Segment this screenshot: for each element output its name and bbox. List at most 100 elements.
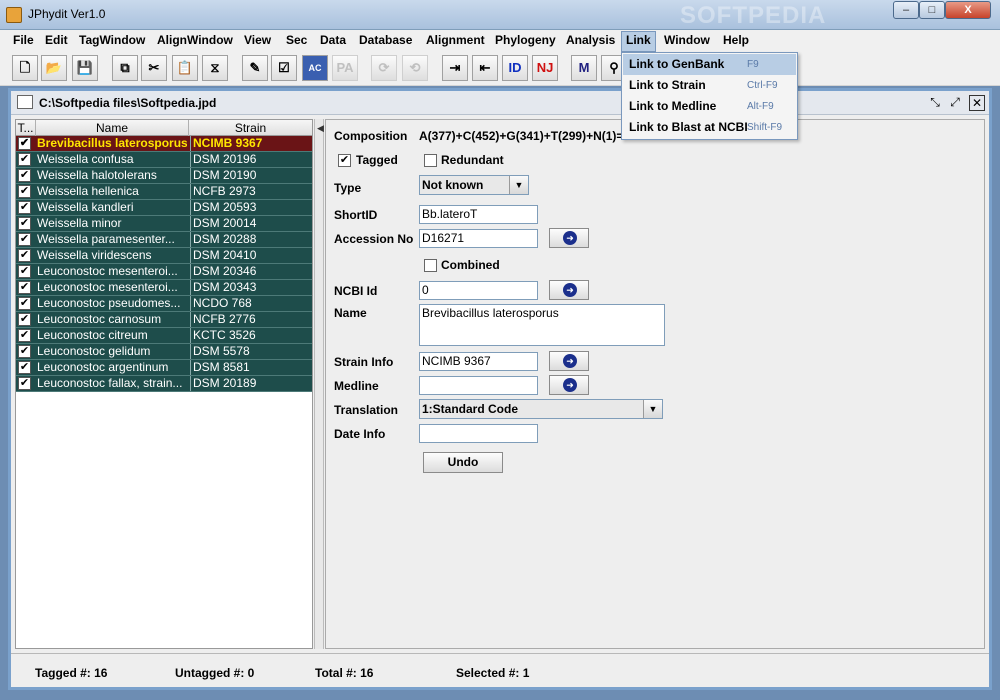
row-tag-checkbox[interactable]: ✔	[18, 217, 31, 230]
menu-tagwindow[interactable]: TagWindow	[77, 33, 147, 47]
frame-close-icon[interactable]: ✕	[969, 95, 985, 111]
link-menu-item[interactable]: Link to Blast at NCBI Shift-F9	[623, 117, 796, 138]
row-tag-checkbox[interactable]: ✔	[18, 377, 31, 390]
row-tag-checkbox[interactable]: ✔	[18, 185, 31, 198]
actg-icon[interactable]: AC	[302, 55, 328, 81]
import-icon[interactable]: ⇥	[442, 55, 468, 81]
row-tag-checkbox[interactable]: ✔	[18, 137, 31, 150]
date-info-field[interactable]	[419, 424, 538, 443]
menu-database[interactable]: Database	[357, 33, 414, 47]
menu-file[interactable]: File	[11, 33, 36, 47]
header-strain[interactable]: Strain	[189, 120, 312, 136]
ncbi-field[interactable]: 0	[419, 281, 538, 300]
link-menu-item[interactable]: Link to GenBank F9	[623, 54, 796, 75]
frame-maximize-icon[interactable]: ⤢	[947, 95, 963, 111]
save-icon[interactable]: 💾	[72, 55, 98, 81]
row-tag-checkbox[interactable]: ✔	[18, 345, 31, 358]
dropdown-arrow-icon[interactable]: ▼	[509, 176, 528, 194]
table-row[interactable]: ✔ Leuconostoc citreum KCTC 3526	[16, 328, 312, 344]
menu-analysis[interactable]: Analysis	[564, 33, 617, 47]
menu-help[interactable]: Help	[721, 33, 751, 47]
window-title-bar[interactable]: JPhydit Ver1.0 SOFTPEDIA – □ X	[0, 0, 1000, 30]
table-row[interactable]: ✔ Leuconostoc carnosum NCFB 2776	[16, 312, 312, 328]
paste-icon[interactable]: 📋	[172, 55, 198, 81]
table-row[interactable]: ✔ Brevibacillus laterosporus NCIMB 9367	[16, 136, 312, 152]
refresh-icon[interactable]: ⟳	[371, 55, 397, 81]
menu-view[interactable]: View	[242, 33, 273, 47]
open-folder-icon[interactable]: 📂	[41, 55, 67, 81]
close-button[interactable]: X	[945, 1, 991, 19]
dropdown-arrow-icon[interactable]: ▼	[643, 400, 662, 418]
ncbi-go-button[interactable]: ➜	[549, 280, 589, 300]
reload-icon[interactable]: ⟲	[402, 55, 428, 81]
copy-icon[interactable]: ⧉	[112, 55, 138, 81]
maximize-button[interactable]: □	[919, 1, 945, 19]
collapse-arrow-icon[interactable]: ◀	[317, 123, 324, 134]
undo-button[interactable]: Undo	[423, 452, 503, 473]
row-tag-checkbox[interactable]: ✔	[18, 265, 31, 278]
name-textarea[interactable]: Brevibacillus laterosporus	[419, 304, 665, 346]
table-row[interactable]: ✔ Weissella halotolerans DSM 20190	[16, 168, 312, 184]
header-tag[interactable]: T...	[16, 120, 36, 136]
translation-select[interactable]: 1:Standard Code ▼	[419, 399, 663, 419]
row-tag-checkbox[interactable]: ✔	[18, 329, 31, 342]
row-tag-checkbox[interactable]: ✔	[18, 361, 31, 374]
header-name[interactable]: Name	[36, 120, 189, 136]
medline-go-button[interactable]: ➜	[549, 375, 589, 395]
row-tag-checkbox[interactable]: ✔	[18, 281, 31, 294]
menu-phylogeny[interactable]: Phylogeny	[493, 33, 558, 47]
menu-link[interactable]: Link	[621, 31, 656, 52]
redundant-checkbox[interactable]	[424, 154, 437, 167]
split-pane-divider[interactable]: ◀	[314, 119, 324, 649]
menu-sec[interactable]: Sec	[284, 33, 309, 47]
table-row[interactable]: ✔ Weissella viridescens DSM 20410	[16, 248, 312, 264]
table-row[interactable]: ✔ Weissella confusa DSM 20196	[16, 152, 312, 168]
row-tag-checkbox[interactable]: ✔	[18, 233, 31, 246]
row-tag-checkbox[interactable]: ✔	[18, 249, 31, 262]
row-tag-checkbox[interactable]: ✔	[18, 201, 31, 214]
new-file-icon[interactable]: 🗋	[12, 55, 38, 81]
export-icon[interactable]: ⇤	[472, 55, 498, 81]
frame-title-bar[interactable]: C:\Softpedia files\Softpedia.jpd ⤡ ⤢ ✕	[11, 91, 989, 115]
table-row[interactable]: ✔ Leuconostoc mesenteroi... DSM 20343	[16, 280, 312, 296]
link-menu-item[interactable]: Link to Strain Ctrl-F9	[623, 75, 796, 96]
row-tag-checkbox[interactable]: ✔	[18, 313, 31, 326]
menu-data[interactable]: Data	[318, 33, 348, 47]
type-select[interactable]: Not known ▼	[419, 175, 529, 195]
accession-go-button[interactable]: ➜	[549, 228, 589, 248]
edit-icon[interactable]: ✎	[242, 55, 268, 81]
strain-go-button[interactable]: ➜	[549, 351, 589, 371]
table-row[interactable]: ✔ Leuconostoc fallax, strain... DSM 20189	[16, 376, 312, 392]
accession-field[interactable]: D16271	[419, 229, 538, 248]
frame-iconify-icon[interactable]: ⤡	[927, 95, 943, 111]
menu-edit[interactable]: Edit	[43, 33, 70, 47]
medline-field[interactable]	[419, 376, 538, 395]
row-tag-checkbox[interactable]: ✔	[18, 297, 31, 310]
table-row[interactable]: ✔ Weissella minor DSM 20014	[16, 216, 312, 232]
nj-icon[interactable]: NJ	[532, 55, 558, 81]
pa-icon[interactable]: PA	[332, 55, 358, 81]
m-icon[interactable]: M	[571, 55, 597, 81]
menu-alignwindow[interactable]: AlignWindow	[155, 33, 235, 47]
cut-icon[interactable]: ✂	[141, 55, 167, 81]
link-menu-item[interactable]: Link to Medline Alt-F9	[623, 96, 796, 117]
row-tag-checkbox[interactable]: ✔	[18, 169, 31, 182]
table-row[interactable]: ✔ Leuconostoc mesenteroi... DSM 20346	[16, 264, 312, 280]
checklist-icon[interactable]: ☑	[271, 55, 297, 81]
menu-alignment[interactable]: Alignment	[424, 33, 487, 47]
tag-icon[interactable]: ⧖	[202, 55, 228, 81]
row-tag-checkbox[interactable]: ✔	[18, 153, 31, 166]
menu-window[interactable]: Window	[662, 33, 712, 47]
table-row[interactable]: ✔ Leuconostoc pseudomes... NCDO 768	[16, 296, 312, 312]
table-row[interactable]: ✔ Leuconostoc gelidum DSM 5578	[16, 344, 312, 360]
combined-checkbox[interactable]	[424, 259, 437, 272]
tagged-checkbox[interactable]: ✔	[338, 154, 351, 167]
id-icon[interactable]: ID	[502, 55, 528, 81]
table-row[interactable]: ✔ Weissella paramesenter... DSM 20288	[16, 232, 312, 248]
table-row[interactable]: ✔ Weissella hellenica NCFB 2973	[16, 184, 312, 200]
strain-info-field[interactable]: NCIMB 9367	[419, 352, 538, 371]
minimize-button[interactable]: –	[893, 1, 919, 19]
table-row[interactable]: ✔ Leuconostoc argentinum DSM 8581	[16, 360, 312, 376]
table-row[interactable]: ✔ Weissella kandleri DSM 20593	[16, 200, 312, 216]
shortid-field[interactable]: Bb.lateroT	[419, 205, 538, 224]
